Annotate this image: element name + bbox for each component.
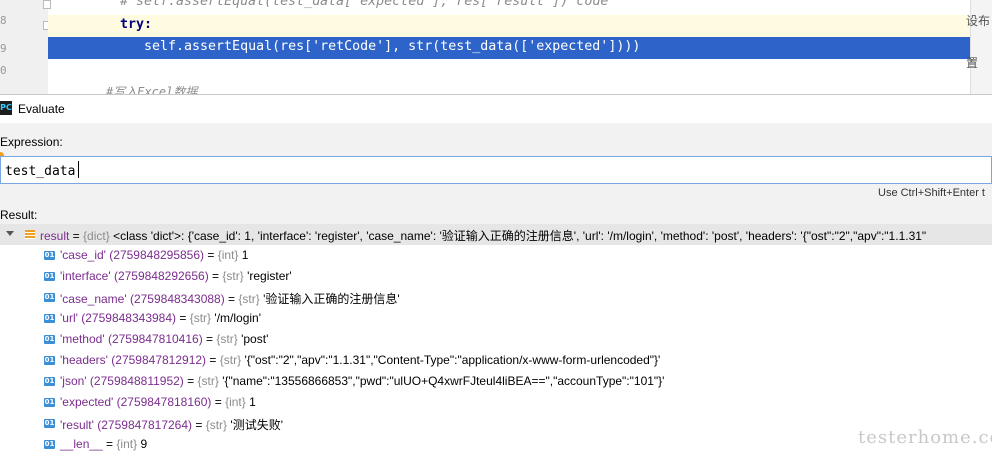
tree-row[interactable]: 01 'url' (2759848343984) = {str} '/m/log… (0, 308, 992, 329)
dialog-title: Evaluate (18, 102, 65, 116)
tree-row[interactable]: 01 'expected' (2759847818160) = {int} 1 (0, 392, 992, 413)
field-value: 'register' (247, 269, 292, 283)
expression-field[interactable] (0, 156, 992, 184)
side-panel-text: 置 (966, 56, 979, 70)
field-badge-icon: 01 (44, 293, 55, 302)
code-line-comment-excel[interactable]: #写入Excel数据 (106, 83, 197, 94)
dict-icon (25, 230, 35, 239)
chevron-down-icon[interactable] (6, 231, 14, 236)
field-badge-icon: 01 (44, 356, 55, 365)
tree-row[interactable]: 01 'case_id' (2759848295856) = {int} 1 (0, 245, 992, 266)
field-name: 'case_id' (2759848295856) (60, 248, 205, 262)
field-name: __len__ (60, 437, 103, 451)
tree-row[interactable]: 01 'headers' (2759847812912) = {str} '{"… (0, 350, 992, 371)
var-value: <class 'dict'>: {'case_id': 1, 'interfac… (113, 229, 927, 243)
field-badge-icon: 01 (44, 398, 55, 407)
text-caret (78, 161, 79, 178)
field-name: 'case_name' (2759848343088) (60, 292, 225, 306)
field-value: 1 (249, 395, 256, 409)
field-name: 'method' (2759847810416) (60, 332, 203, 346)
field-value: '验证输入正确的注册信息' (263, 292, 400, 306)
watermark: testerhome.com (858, 427, 992, 448)
shortcut-hint: Use Ctrl+Shift+Enter t (878, 187, 985, 199)
field-type: {str} (205, 418, 228, 432)
tree-row[interactable]: 01 'interface' (2759848292656) = {str} '… (0, 266, 992, 287)
field-name: 'interface' (2759848292656) (60, 269, 209, 283)
line-gutter: 8 9 0 (0, 0, 51, 94)
field-type: {str} (197, 374, 219, 388)
evaluate-dialog: PC Evaluate Expression: Use Ctrl+Shift+E… (0, 94, 992, 464)
field-type: {str} (222, 269, 244, 283)
field-value: '{"name":"13556866853","pwd":"ulUO+Q4xwr… (222, 374, 665, 388)
result-label: Result: (0, 208, 38, 222)
tree-row[interactable]: 01 'method' (2759847810416) = {str} 'pos… (0, 329, 992, 350)
tree-row[interactable]: 01 'result' (2759847817264) = {str} '测试失… (0, 413, 992, 434)
field-type: {int} (116, 437, 138, 451)
field-name: 'json' (2759848811952) (60, 374, 184, 388)
tree-root-text: result = {dict} <class 'dict'>: {'case_i… (40, 227, 926, 244)
fold-marker-icon[interactable] (43, 0, 51, 9)
field-type: {int} (217, 248, 239, 262)
pycharm-logo-icon: PC (0, 101, 12, 115)
field-value: '{"ost":"2","apv":"1.1.31","Content-Type… (244, 353, 661, 367)
line-number: 0 (0, 64, 7, 77)
code-line-try[interactable]: try: (120, 17, 152, 32)
field-name: 'expected' (2759847818160) (60, 395, 212, 409)
field-value: '测试失败' (230, 418, 283, 432)
var-name: result (40, 229, 70, 243)
field-name: 'result' (2759847817264) (60, 418, 193, 432)
line-number: 8 (0, 14, 7, 27)
field-type: {int} (225, 395, 246, 409)
current-line-highlight (48, 15, 970, 37)
field-badge-icon: 01 (44, 419, 55, 428)
field-type: {str} (189, 311, 212, 325)
field-value: 'post' (241, 332, 269, 346)
field-type: {str} (219, 353, 242, 367)
field-name: 'headers' (2759847812912) (60, 353, 207, 367)
field-value: 9 (140, 437, 148, 451)
var-type: {dict} (83, 229, 110, 243)
field-badge-icon: 01 (44, 440, 55, 449)
field-type: {str} (238, 292, 260, 306)
dialog-titlebar[interactable]: PC Evaluate (0, 95, 992, 123)
field-value: '/m/login' (214, 311, 262, 325)
tree-row[interactable]: 01 __len__ = {int} 9 (0, 434, 992, 455)
tree-row[interactable]: 01 'json' (2759848811952) = {str} '{"nam… (0, 371, 992, 392)
field-value: 1 (241, 248, 249, 262)
equals-sign: = (69, 229, 84, 243)
tree-row[interactable]: 01 'case_name' (2759848343088) = {str} '… (0, 287, 992, 308)
expression-input[interactable] (5, 161, 905, 181)
code-editor[interactable]: 8 9 0 # self.assertEqual(test_data['expe… (0, 0, 992, 94)
field-badge-icon: 01 (44, 314, 55, 323)
field-name: 'url' (2759848343984) (60, 311, 177, 325)
field-badge-icon: 01 (44, 335, 55, 344)
result-tree[interactable]: result = {dict} <class 'dict'>: {'case_i… (0, 224, 992, 464)
field-badge-icon: 01 (44, 251, 55, 260)
line-number: 9 (0, 42, 7, 55)
code-line-assert[interactable]: self.assertEqual(res['retCode'], str(tes… (144, 39, 640, 54)
field-badge-icon: 01 (44, 272, 55, 281)
tree-root-row[interactable]: result = {dict} <class 'dict'>: {'case_i… (0, 224, 992, 245)
field-badge-icon: 01 (44, 377, 55, 386)
expression-label: Expression: (0, 135, 63, 149)
code-line-comment[interactable]: # self.assertEqual(test_data['expected']… (120, 0, 608, 9)
side-panel-text: 设布 (966, 14, 991, 28)
field-type: {str} (216, 332, 238, 346)
